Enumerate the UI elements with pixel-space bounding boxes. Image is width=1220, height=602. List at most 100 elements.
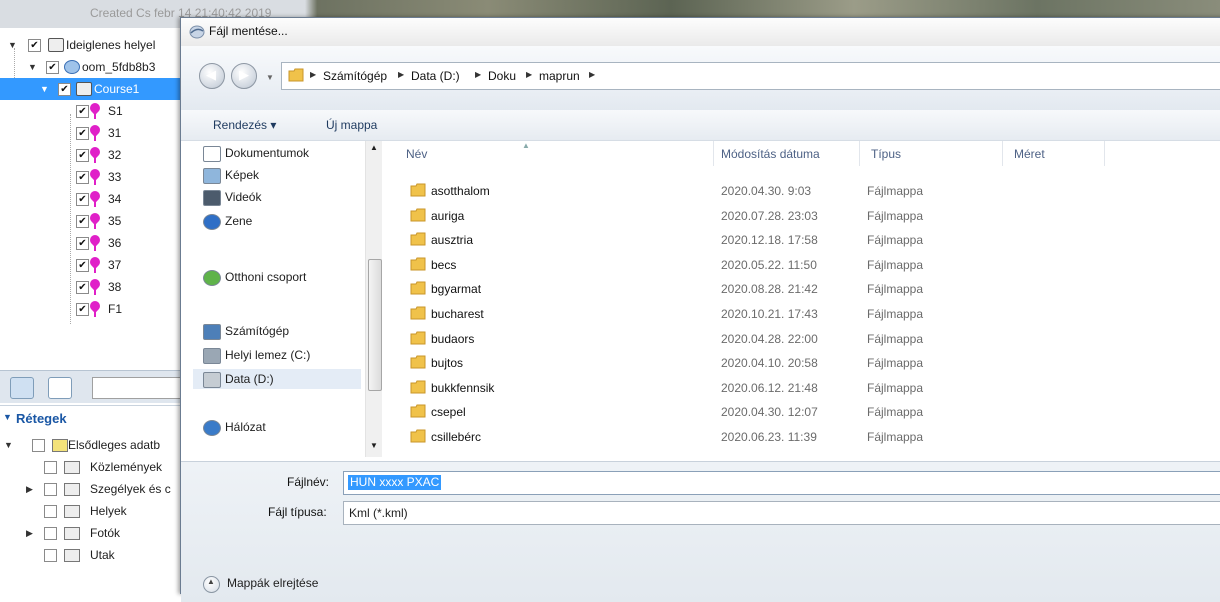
- layer-checkbox[interactable]: [44, 461, 57, 474]
- file-row[interactable]: csepel 2020.04.30. 12:07 Fájlmappa: [382, 400, 1220, 424]
- breadcrumb-arrow-icon: ▶: [589, 70, 596, 79]
- save-file-dialog: Fájl mentése... ◀ ▶ ▼ ▶ Számítógép ▶ Dat…: [180, 17, 1220, 602]
- file-row[interactable]: auriga 2020.07.28. 23:03 Fájlmappa: [382, 204, 1220, 228]
- column-header-type[interactable]: Típus: [871, 147, 901, 161]
- roads-icon: [64, 549, 80, 562]
- search-strip: [0, 370, 192, 403]
- file-row[interactable]: bgyarmat 2020.08.28. 21:42 Fájlmappa: [382, 277, 1220, 301]
- filetype-select[interactable]: Kml (*.kml): [343, 501, 1220, 525]
- visibility-checkbox[interactable]: ✔: [58, 83, 71, 96]
- visibility-checkbox[interactable]: ✔: [76, 127, 89, 140]
- expand-arrow-icon[interactable]: ▶: [26, 478, 33, 500]
- column-divider[interactable]: [859, 141, 860, 166]
- places-tree-item[interactable]: ▼ ✔ Course1: [0, 78, 190, 100]
- file-type: Fájlmappa: [867, 184, 924, 198]
- visibility-checkbox[interactable]: ✔: [76, 193, 89, 206]
- filename-value[interactable]: HUN xxxx PXAC: [348, 475, 442, 490]
- forward-button[interactable]: ▶: [231, 63, 257, 89]
- file-name: csepel: [431, 405, 466, 420]
- recent-pages-dropdown[interactable]: ▼: [266, 73, 274, 82]
- file-row[interactable]: bujtos 2020.04.10. 20:58 Fájlmappa: [382, 351, 1220, 375]
- expand-arrow-icon[interactable]: ▼: [8, 34, 17, 56]
- search-tab-button[interactable]: [10, 377, 34, 399]
- breadcrumb-arrow-icon: ▶: [475, 70, 482, 79]
- file-row[interactable]: becs 2020.05.22. 11:50 Fájlmappa: [382, 253, 1220, 277]
- file-modified: 2020.04.30. 9:03: [721, 184, 812, 198]
- visibility-checkbox[interactable]: ✔: [76, 171, 89, 184]
- column-header-modified[interactable]: Módosítás dátuma: [721, 147, 820, 161]
- breadcrumb-computer[interactable]: Számítógép: [323, 69, 387, 83]
- nav-item[interactable]: Helyi lemez (C:): [203, 345, 361, 365]
- column-divider[interactable]: [713, 141, 714, 166]
- folder-icon: [410, 355, 426, 369]
- column-header-name[interactable]: Név: [406, 147, 427, 161]
- nav-scroll-thumb[interactable]: [368, 259, 382, 391]
- file-name: bukkfennsik: [431, 380, 495, 395]
- layer-checkbox[interactable]: [44, 505, 57, 518]
- nav-item[interactable]: Videók: [203, 187, 361, 207]
- visibility-checkbox[interactable]: ✔: [76, 303, 89, 316]
- file-type: Fájlmappa: [867, 307, 924, 321]
- visibility-checkbox[interactable]: ✔: [46, 61, 59, 74]
- layer-checkbox[interactable]: [44, 527, 57, 540]
- column-divider[interactable]: [1104, 141, 1105, 166]
- visibility-checkbox[interactable]: ✔: [76, 237, 89, 250]
- nav-item-label: Helyi lemez (C:): [225, 348, 311, 362]
- places-item-label: 36: [108, 236, 122, 250]
- borders-icon: [64, 483, 80, 496]
- visibility-checkbox[interactable]: ✔: [76, 259, 89, 272]
- filetype-label: Fájl típusa:: [268, 505, 327, 519]
- file-row[interactable]: budaors 2020.04.28. 22:00 Fájlmappa: [382, 327, 1220, 351]
- places-tree: ▼ ✔ Ideiglenes helyel ▼ ✔ oom_5fdb8b3 ▼ ✔ Course…: [0, 28, 190, 368]
- back-button[interactable]: ◀: [199, 63, 225, 89]
- visibility-checkbox[interactable]: ✔: [76, 105, 89, 118]
- nav-item[interactable]: Otthoni csoport: [203, 267, 361, 287]
- layers-header[interactable]: ▼ Rétegek: [0, 405, 190, 430]
- nav-item[interactable]: Képek: [203, 165, 361, 185]
- column-divider[interactable]: [1002, 141, 1003, 166]
- file-row[interactable]: bucharest 2020.10.21. 17:43 Fájlmappa: [382, 302, 1220, 326]
- address-box[interactable]: ▶ Számítógép ▶ Data (D:) ▶ Doku ▶ maprun…: [281, 62, 1220, 90]
- new-folder-button[interactable]: Új mappa: [326, 118, 377, 132]
- nav-scrollbar[interactable]: ▲ ▼: [365, 141, 383, 457]
- file-row[interactable]: csillebérc 2020.06.23. 11:39 Fájlmappa: [382, 425, 1220, 449]
- visibility-checkbox[interactable]: ✔: [76, 149, 89, 162]
- folder-icon: [410, 281, 426, 295]
- column-header-size[interactable]: Méret: [1014, 147, 1045, 161]
- layer-checkbox[interactable]: [44, 549, 57, 562]
- visibility-checkbox[interactable]: ✔: [76, 281, 89, 294]
- file-modified: 2020.10.21. 17:43: [721, 307, 818, 321]
- pin-stem: [94, 244, 96, 251]
- view-toggle-button[interactable]: [48, 377, 72, 399]
- places-item-label: 37: [108, 258, 122, 272]
- nav-item[interactable]: Dokumentumok: [203, 143, 361, 163]
- expand-arrow-icon[interactable]: ▼: [28, 56, 37, 78]
- visibility-checkbox[interactable]: ✔: [76, 215, 89, 228]
- organize-button[interactable]: Rendezés ▾: [213, 118, 276, 132]
- places-search-input[interactable]: [92, 377, 192, 399]
- expand-arrow-icon[interactable]: ▼: [40, 78, 49, 100]
- breadcrumb-maprun[interactable]: maprun: [539, 69, 580, 83]
- drive-d-icon: [203, 372, 221, 388]
- file-row[interactable]: bukkfennsik 2020.06.12. 21:48 Fájlmappa: [382, 376, 1220, 400]
- nav-item[interactable]: Zene: [203, 211, 361, 231]
- layer-checkbox[interactable]: [44, 483, 57, 496]
- expand-arrow-icon[interactable]: ▼: [4, 434, 13, 456]
- dialog-titlebar[interactable]: Fájl mentése...: [181, 18, 1220, 47]
- visibility-checkbox[interactable]: ✔: [28, 39, 41, 52]
- nav-item-label: Számítógép: [225, 324, 290, 338]
- nav-item[interactable]: Hálózat: [203, 417, 361, 437]
- places-item-label: 35: [108, 214, 122, 228]
- breadcrumb-data-drive[interactable]: Data (D:): [411, 69, 460, 83]
- nav-item[interactable]: Data (D:): [193, 369, 361, 389]
- breadcrumb-doku[interactable]: Doku: [488, 69, 516, 83]
- file-row[interactable]: ausztria 2020.12.18. 17:58 Fájlmappa: [382, 228, 1220, 252]
- layer-checkbox[interactable]: [32, 439, 45, 452]
- scroll-down-icon[interactable]: ▼: [370, 441, 378, 450]
- file-row[interactable]: asotthalom 2020.04.30. 9:03 Fájlmappa: [382, 179, 1220, 203]
- drive-c-icon: [203, 348, 221, 364]
- scroll-up-icon[interactable]: ▲: [370, 143, 378, 152]
- nav-item[interactable]: Számítógép: [203, 321, 361, 341]
- expand-arrow-icon[interactable]: ▶: [26, 522, 33, 544]
- filename-field[interactable]: HUN xxxx PXAC: [343, 471, 1220, 495]
